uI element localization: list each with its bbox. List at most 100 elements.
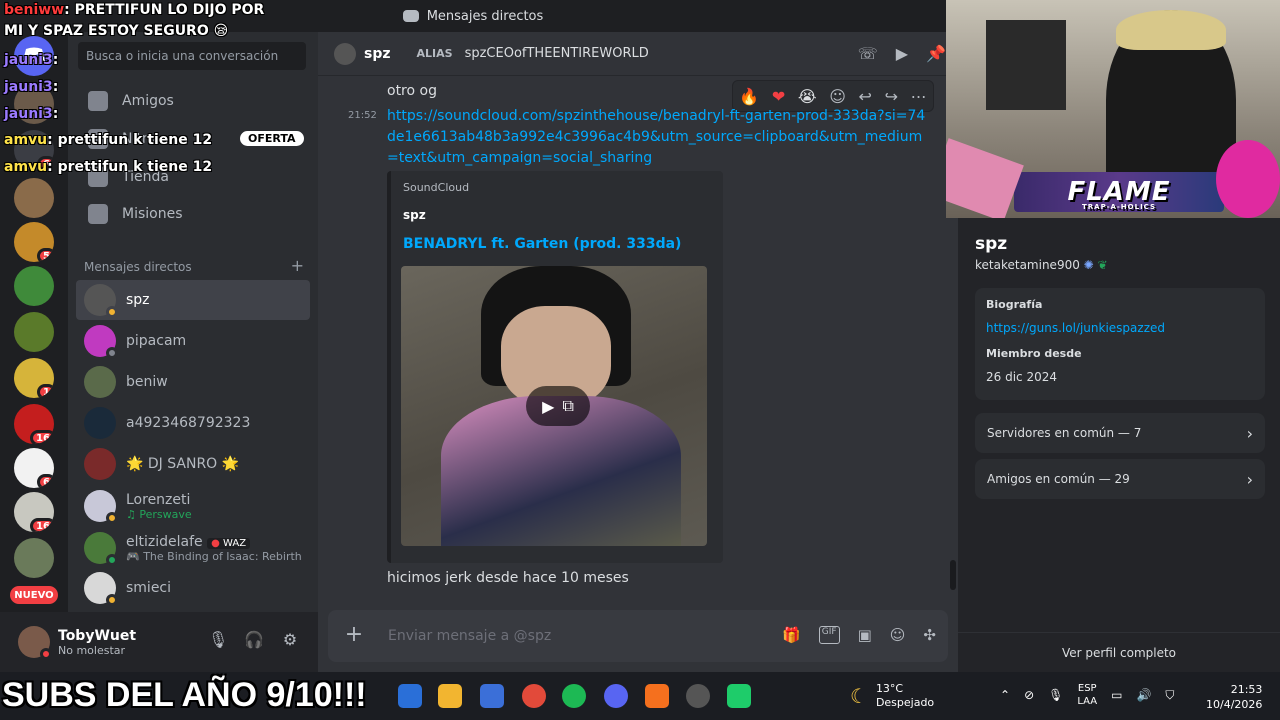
spotify-icon[interactable] <box>562 684 586 708</box>
headphones-icon[interactable]: 🎧 <box>244 630 264 650</box>
lang-secondary: LAA <box>1077 696 1098 707</box>
embed-author: spz <box>403 208 426 222</box>
avatar <box>84 366 116 398</box>
mic-tray-icon[interactable]: 🎙 <box>1048 688 1063 702</box>
dm-item[interactable]: 🌟 DJ SANRO 🌟 <box>76 444 310 484</box>
reaction-fire-icon[interactable]: 🔥 <box>739 87 759 106</box>
reaction-heart-icon[interactable]: ❤ <box>772 87 785 106</box>
friends-icon <box>88 91 108 111</box>
dm-name: spz <box>126 292 150 308</box>
gift-icon[interactable]: 🎁 <box>782 626 801 644</box>
overlay-message: : <box>52 79 59 95</box>
store-icon[interactable] <box>480 684 504 708</box>
mutual-friends-row[interactable]: Amigos en común — 29 › <box>975 459 1265 499</box>
dm-item[interactable]: a4923468792323 <box>76 403 310 443</box>
gif-icon[interactable]: GIF <box>818 626 840 644</box>
reply-icon[interactable]: ↩ <box>859 87 872 106</box>
buddha-sticker <box>1216 140 1280 218</box>
server-icon[interactable] <box>14 312 54 352</box>
nav-friends[interactable]: Amigos <box>76 82 310 120</box>
overlay-user: jauni3 <box>4 52 53 68</box>
obs-icon[interactable] <box>686 684 710 708</box>
add-reaction-icon[interactable]: ☺ <box>829 87 846 106</box>
overlay-chat-line: MI Y SPAZ ESTOY SEGURO 😪 <box>4 23 228 39</box>
server-icon[interactable]: 16 <box>14 404 54 444</box>
dm-item-spz[interactable]: spz <box>76 280 310 320</box>
chat-header: spz ALIAS spzCEOofTHEENTIREWORLD ☏ ▶ 📌 <box>318 32 958 76</box>
chat-scrollbar[interactable] <box>950 560 956 590</box>
kick-icon[interactable] <box>727 684 751 708</box>
overlay-user: beniww <box>4 2 65 18</box>
chevron-up-icon[interactable]: ⌃ <box>1000 688 1010 702</box>
user-name: TobyWuet <box>58 627 137 644</box>
play-button[interactable]: ▶ ⧉ <box>526 386 590 426</box>
mutual-servers-row[interactable]: Servidores en común — 7 › <box>975 413 1265 453</box>
volume-icon[interactable]: 🔊 <box>1136 688 1151 702</box>
attach-plus-icon[interactable]: + <box>342 624 366 648</box>
clock[interactable]: 21:53 10/4/2026 <box>1206 682 1262 712</box>
search-button[interactable]: Busca o inicia una conversación <box>78 42 306 70</box>
settings-gear-icon[interactable]: ⚙ <box>280 630 300 650</box>
more-icon[interactable]: ⋯ <box>911 87 927 106</box>
dm-item[interactable]: Lorenzeti ♫ Perswave <box>76 486 310 526</box>
language-indicator[interactable]: ESP LAA <box>1077 682 1097 708</box>
microphone-icon[interactable]: 🎙 <box>208 630 228 650</box>
embed-provider: SoundCloud <box>403 181 470 194</box>
file-explorer-icon[interactable] <box>438 684 462 708</box>
view-full-profile-button[interactable]: Ver perfil completo <box>958 632 1280 672</box>
chrome-icon[interactable] <box>522 684 546 708</box>
server-icon[interactable] <box>14 178 54 218</box>
message-input[interactable] <box>388 628 748 644</box>
forward-icon[interactable]: ↪ <box>885 87 898 106</box>
mail-icon[interactable] <box>398 684 422 708</box>
embed-thumbnail[interactable]: ▶ ⧉ <box>401 266 707 546</box>
overlay-message: : PRETTIFUN LO DIJO POR <box>64 2 265 18</box>
alias-value: spzCEOofTHEENTIREWORLD <box>464 46 649 61</box>
voice-call-icon[interactable]: ☏ <box>858 44 878 63</box>
dm-item[interactable]: smieci <box>76 568 310 608</box>
network-icon[interactable]: ⊘ <box>1024 688 1034 702</box>
soundcloud-icon[interactable] <box>645 684 669 708</box>
new-badge[interactable]: NUEVO <box>10 586 58 604</box>
bio-link[interactable]: https://guns.lol/junkiespazzed <box>986 321 1254 335</box>
nav-quests[interactable]: Misiones <box>76 195 310 233</box>
server-icon[interactable]: 6 <box>14 448 54 488</box>
discord-taskbar-icon[interactable] <box>604 684 628 708</box>
apps-icon[interactable]: ✣ <box>923 626 936 644</box>
overlay-message: : <box>52 106 59 122</box>
chevron-right-icon: › <box>1246 423 1253 443</box>
dm-name: smieci <box>126 580 172 596</box>
dm-item[interactable]: eltizidelafe ● WAZ 🎮 The Binding of Isaa… <box>76 528 310 568</box>
nav-label: Misiones <box>122 206 183 222</box>
overlay-chat-line: beniww: PRETTIFUN LO DIJO POR <box>4 2 264 18</box>
user-avatar[interactable] <box>18 626 52 660</box>
clan-tag-icon: ● <box>211 537 220 549</box>
server-icon[interactable]: 1 <box>14 358 54 398</box>
message-composer: + 🎁 GIF ▣ ☺ ✣ <box>328 610 948 662</box>
shield-icon[interactable]: ⛉ <box>1165 688 1174 703</box>
dm-item[interactable]: beniw <box>76 362 310 402</box>
add-dm-button[interactable]: + <box>291 258 304 274</box>
server-icon[interactable]: 5 <box>14 222 54 262</box>
dm-item[interactable]: pipacam <box>76 321 310 361</box>
message-link[interactable]: https://soundcloud.com/spzinthehouse/ben… <box>387 108 925 166</box>
embed-title[interactable]: BENADRYL ft. Garten (prod. 333da) <box>403 236 711 252</box>
server-icon[interactable]: 16 <box>14 492 54 532</box>
reaction-cry-icon[interactable]: 😭 <box>798 87 817 106</box>
overlay-chat-line: jauni3: <box>4 52 58 68</box>
sticker-icon[interactable]: ▣ <box>858 626 872 644</box>
avatar <box>84 490 118 524</box>
avatar <box>84 325 118 359</box>
profile-username-row: ketaketamine900 ✺ ❦ <box>975 258 1108 272</box>
video-call-icon[interactable]: ▶ <box>896 44 908 63</box>
emoji-icon[interactable]: ☺ <box>890 626 906 644</box>
pin-icon[interactable]: 📌 <box>926 44 946 63</box>
display-icon[interactable]: ▭ <box>1111 688 1122 702</box>
message-content: https://soundcloud.com/spzinthehouse/ben… <box>387 106 927 169</box>
server-icon[interactable] <box>14 266 54 306</box>
weather-widget[interactable]: ☾ 13°C Despejado <box>850 682 934 710</box>
badge-icon: ✺ <box>1083 258 1094 272</box>
dm-name: Lorenzeti <box>126 491 191 508</box>
server-icon[interactable] <box>14 538 54 578</box>
header-name: spz <box>364 45 391 62</box>
